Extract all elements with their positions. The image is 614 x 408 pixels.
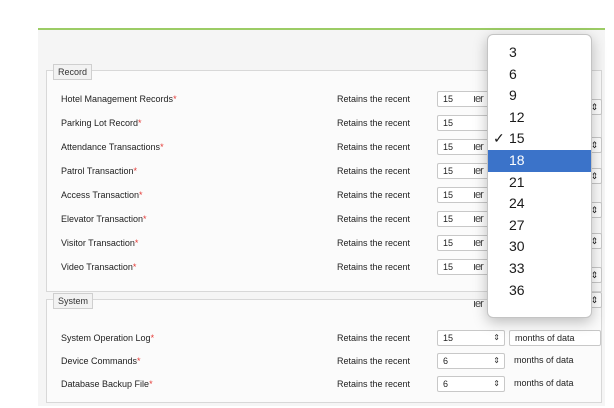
unit-select[interactable]: months of data — [509, 376, 601, 392]
system-row-label: Device Commands* — [61, 356, 141, 366]
unit-select[interactable]: months of data — [509, 330, 601, 346]
dropdown-option-highlighted[interactable]: 18 — [488, 149, 591, 172]
required-marker: * — [150, 333, 155, 343]
retain-label: Retains the recent — [337, 118, 411, 128]
required-marker: * — [134, 238, 139, 248]
required-marker: * — [149, 379, 153, 389]
required-marker: * — [133, 166, 138, 176]
retention-value-select[interactable]: 15 ⇕ — [437, 330, 505, 346]
dropdown-option[interactable]: 6 — [488, 64, 591, 86]
obscured-unit-text: ıer — [473, 213, 484, 225]
required-marker: * — [160, 142, 164, 152]
record-row-label: Attendance Transactions* — [61, 142, 164, 152]
dropdown-option[interactable]: 21 — [488, 172, 591, 194]
required-marker: * — [173, 94, 177, 104]
system-row: System Operation Log* Retains the recent… — [47, 330, 601, 346]
retain-label: Retains the recent — [337, 142, 411, 152]
record-group-title: Record — [53, 64, 93, 80]
required-marker: * — [138, 118, 142, 128]
retain-label: Retains the recent — [337, 356, 411, 366]
retain-label: Retains the recent — [337, 238, 411, 248]
record-row-label: Access Transaction* — [61, 190, 143, 200]
dropdown-option[interactable]: 33 — [488, 258, 591, 280]
select-arrows-icon: ⇕ — [493, 379, 500, 388]
required-marker: * — [137, 356, 141, 366]
system-row: Device Commands* Retains the recent 6 ⇕ m… — [47, 353, 601, 369]
dropdown-option[interactable]: 27 — [488, 215, 591, 237]
system-row: Database Backup File* Retains the recent… — [47, 376, 601, 392]
record-row-label: Visitor Transaction* — [61, 238, 139, 248]
system-group-title: System — [53, 293, 94, 309]
obscured-unit-text: ıer — [473, 237, 484, 249]
retain-label: Retains the recent — [337, 94, 411, 104]
record-row-label: Hotel Management Records* — [61, 94, 177, 104]
select-arrows-icon: ⇕ — [493, 356, 500, 365]
retain-label: Retains the recent — [337, 262, 411, 272]
retain-label: Retains the recent — [337, 190, 411, 200]
obscured-unit-text: ıer — [473, 141, 484, 153]
obscured-unit-text: ıer — [473, 261, 484, 273]
system-row-label: System Operation Log* — [61, 333, 155, 343]
dropdown-option-selected[interactable]: ✓ 15 — [488, 128, 591, 150]
dropdown-option[interactable]: 24 — [488, 193, 591, 215]
dropdown-option[interactable]: 12 — [488, 107, 591, 129]
retain-label: Retains the recent — [337, 214, 411, 224]
checkmark-icon: ✓ — [493, 130, 505, 147]
retain-label: Retains the recent — [337, 379, 411, 389]
obscured-unit-text: ıer — [473, 93, 484, 105]
record-row-label: Elevator Transaction* — [61, 214, 147, 224]
dropdown-option[interactable]: 9 — [488, 85, 591, 107]
system-row-label: Database Backup File* — [61, 379, 153, 389]
dropdown-option[interactable]: 36 — [488, 280, 591, 302]
unit-select[interactable]: months of data — [509, 353, 601, 369]
record-row-label: Parking Lot Record* — [61, 118, 142, 128]
required-marker: * — [143, 214, 147, 224]
record-row-label: Video Transaction* — [61, 262, 137, 272]
obscured-unit-text: ıer — [473, 298, 484, 310]
record-row-label: Patrol Transaction* — [61, 166, 138, 176]
retain-label: Retains the recent — [337, 166, 411, 176]
select-arrows-icon: ⇕ — [493, 333, 500, 342]
retain-label: Retains the recent — [337, 333, 411, 343]
retention-dropdown-menu: 3 6 9 12 ✓ 15 18 21 24 27 30 33 36 — [487, 34, 592, 318]
dropdown-option[interactable]: 30 — [488, 236, 591, 258]
obscured-unit-text: ıer — [473, 189, 484, 201]
retention-value-select[interactable]: 6 ⇕ — [437, 353, 505, 369]
dropdown-option[interactable]: 3 — [488, 42, 591, 64]
retention-value-select[interactable]: 6 ⇕ — [437, 376, 505, 392]
required-marker: * — [132, 262, 137, 272]
obscured-unit-text: ıer — [473, 165, 484, 177]
required-marker: * — [139, 190, 143, 200]
